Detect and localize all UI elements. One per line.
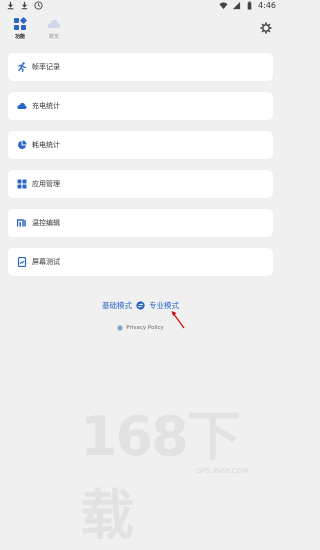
menu-item-label: 耗电统计	[32, 141, 60, 149]
pie-chart-icon	[18, 140, 27, 149]
charge-icon	[17, 102, 27, 109]
mode-toggle-icon[interactable]	[136, 301, 145, 310]
status-time: 4:46	[258, 1, 276, 10]
feature-menu: 帧率记录 充电统计 耗电统计 应用管理 温控编辑 屏幕测试	[8, 53, 273, 287]
mode-switch: 基础模式 专业模式	[0, 300, 281, 311]
mi-icon	[17, 219, 26, 227]
battery-icon	[247, 1, 252, 10]
tab-overview[interactable]: 概览	[42, 17, 66, 40]
menu-item-fps-record[interactable]: 帧率记录	[8, 53, 273, 81]
tab-feature[interactable]: 功能	[8, 17, 32, 40]
feature-grid-icon	[14, 17, 27, 30]
menu-item-label: 温控编辑	[32, 219, 60, 227]
tab-feature-label: 功能	[14, 34, 25, 40]
menu-item-app-manage[interactable]: 应用管理	[8, 170, 273, 198]
download-icon	[21, 1, 28, 10]
menu-item-charge-stats[interactable]: 充电统计	[8, 92, 273, 120]
menu-item-label: 应用管理	[32, 180, 60, 188]
grid-icon	[17, 179, 27, 189]
menu-item-thermal-edit[interactable]: 温控编辑	[8, 209, 273, 237]
tab-overview-label: 概览	[48, 34, 59, 40]
menu-item-power-stats[interactable]: 耗电统计	[8, 131, 273, 159]
privacy-policy-label: Privacy Policy	[126, 325, 164, 331]
menu-item-label: 帧率记录	[32, 63, 60, 71]
globe-icon	[117, 325, 123, 331]
clock-icon	[34, 1, 43, 10]
watermark-url: GPS.I6I68.COM	[196, 467, 249, 475]
run-icon	[18, 62, 27, 72]
menu-item-label: 屏幕测试	[32, 258, 60, 266]
settings-gear-icon[interactable]	[260, 22, 272, 34]
menu-item-screen-test[interactable]: 屏幕测试	[8, 248, 273, 276]
top-nav: 功能 概览	[0, 14, 281, 46]
basic-mode-link[interactable]: 基础模式	[102, 300, 132, 311]
status-bar: 4:46	[0, 0, 281, 13]
signal-icon	[232, 1, 241, 10]
download-icon	[7, 1, 14, 10]
screen-test-icon	[17, 257, 27, 267]
cloud-icon	[47, 19, 61, 28]
wifi-icon	[219, 2, 228, 10]
menu-item-label: 充电统计	[32, 102, 60, 110]
watermark-logo: 168下载	[80, 405, 241, 547]
privacy-policy-link[interactable]: Privacy Policy	[0, 325, 281, 331]
